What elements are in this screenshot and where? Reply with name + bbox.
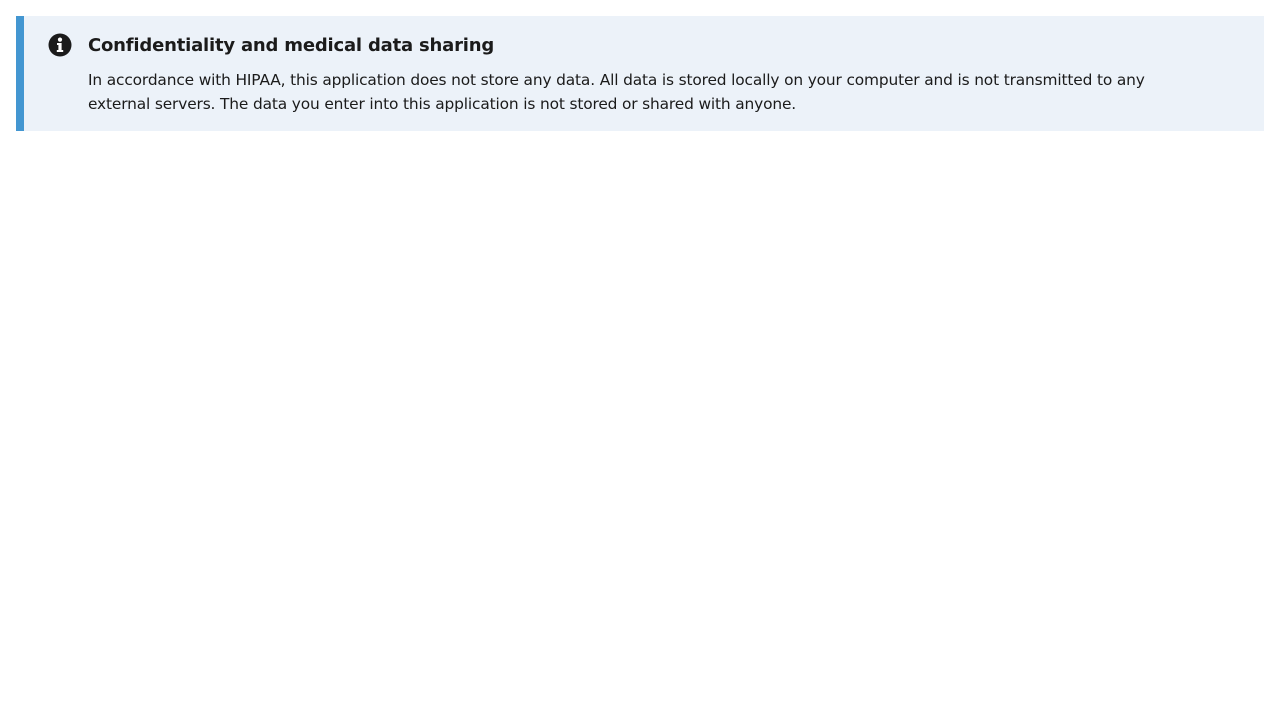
alert-body: Confidentiality and medical data sharing…	[88, 34, 1208, 116]
info-circle-icon	[48, 33, 72, 57]
info-alert: Confidentiality and medical data sharing…	[16, 16, 1264, 131]
alert-text: In accordance with HIPAA, this applicati…	[88, 71, 1145, 113]
alert-heading: Confidentiality and medical data sharing	[88, 35, 495, 56]
